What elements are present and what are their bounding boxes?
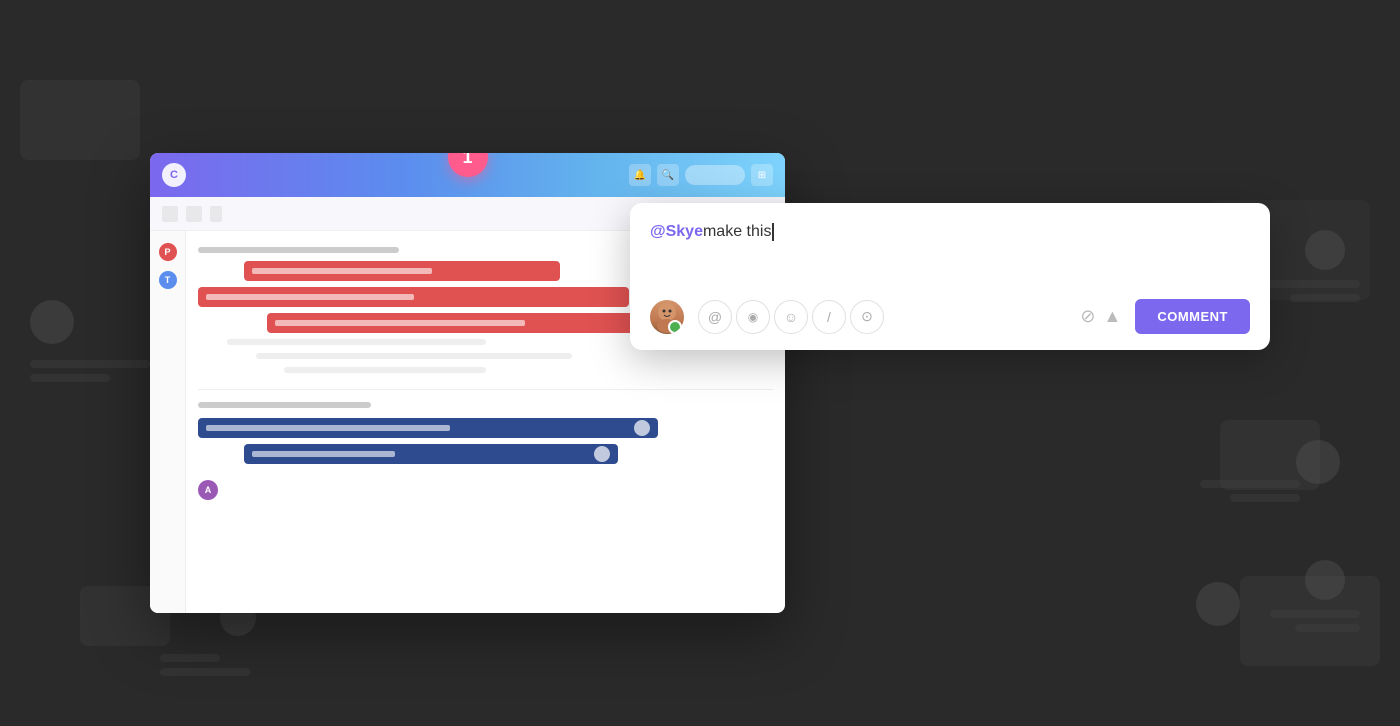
app-sidebar: P T: [150, 231, 186, 613]
bg-text-2: [30, 374, 110, 382]
gantt-bar-navy-1: [198, 418, 658, 438]
blue-section-header: [198, 402, 371, 408]
attachment-icon[interactable]: ⊘: [1080, 306, 1095, 327]
bar-circle-1: [634, 420, 650, 436]
bg-avatar-right-1: [1305, 230, 1345, 270]
comment-popup: @Skye make this: [630, 203, 1270, 350]
gantt-bar-navy-2: [244, 444, 618, 464]
gantt-bar-red-3: [267, 313, 641, 333]
bar-label-2: [206, 294, 414, 300]
bg-text-right-2: [1290, 294, 1360, 302]
placeholder-2: [256, 353, 572, 359]
bg-card-1: [20, 80, 140, 160]
toolbar-add-icon[interactable]: [210, 206, 222, 222]
app-logo: C: [162, 163, 186, 187]
comment-submit-button[interactable]: COMMENT: [1135, 299, 1250, 334]
right-icons: ⊘ ▲: [1080, 306, 1121, 327]
toolbar-grid-icon[interactable]: [162, 206, 178, 222]
bell-icon[interactable]: 🔔: [629, 164, 651, 186]
header-search-bar[interactable]: [685, 165, 745, 185]
placeholder-1: [227, 339, 486, 345]
bg-text-right-4: [1295, 624, 1360, 632]
bg-avatar-1: [30, 300, 74, 344]
text-cursor: [772, 223, 774, 241]
header-icons: 🔔 🔍 ⊞: [629, 164, 773, 186]
toolbar-filter-icon[interactable]: [186, 206, 202, 222]
bar-circle-2: [594, 446, 610, 462]
gantt-bar-red-2: [198, 287, 629, 307]
grid-icon[interactable]: ⊞: [751, 164, 773, 186]
bar-label-navy-2: [252, 451, 395, 457]
drive-icon[interactable]: ▲: [1104, 306, 1122, 327]
bg-text-right-1: [1260, 280, 1360, 288]
section-divider: [198, 389, 773, 390]
bar-label-navy-1: [206, 425, 450, 431]
commenter-avatar: [650, 300, 684, 334]
bg-avatar-2: [1296, 440, 1340, 484]
main-scene: 1 C 🔔 🔍 ⊞ P T: [150, 123, 1250, 603]
mention-text: @Skye: [650, 223, 703, 241]
bg-text-1: [30, 360, 150, 368]
slash-icon[interactable]: /: [812, 300, 846, 334]
avatar-row: A: [198, 480, 773, 500]
bar-label-3: [275, 320, 525, 326]
bg-avatar-right-2: [1305, 560, 1345, 600]
bottom-avatar: A: [198, 480, 218, 500]
comment-text-area[interactable]: @Skye make this: [650, 223, 1250, 283]
bg-text-5: [160, 668, 250, 676]
bg-text-6: [160, 654, 220, 662]
gantt-row-navy-2: [198, 444, 773, 464]
clickup-icon[interactable]: ◉: [736, 300, 770, 334]
comment-footer: @ ◉ ☺ / ⊙ ⊘ ▲ COMMENT: [650, 299, 1250, 334]
section-header: [198, 247, 399, 253]
bg-text-right-3: [1270, 610, 1360, 618]
at-icon[interactable]: @: [698, 300, 732, 334]
gantt-row-navy-1: [198, 418, 773, 438]
sidebar-dot-red: P: [159, 243, 177, 261]
bar-label-1: [252, 268, 432, 274]
placeholder-3: [284, 367, 485, 373]
comment-toolbar-icons: @ ◉ ☺ / ⊙: [690, 300, 1074, 334]
blue-section: [198, 418, 773, 464]
comment-body-text: make this: [703, 223, 771, 241]
emoji-icon[interactable]: ☺: [774, 300, 808, 334]
gantt-bar-red-1: [244, 261, 560, 281]
sidebar-dot-blue: T: [159, 271, 177, 289]
search-header-icon[interactable]: 🔍: [657, 164, 679, 186]
target-icon[interactable]: ⊙: [850, 300, 884, 334]
